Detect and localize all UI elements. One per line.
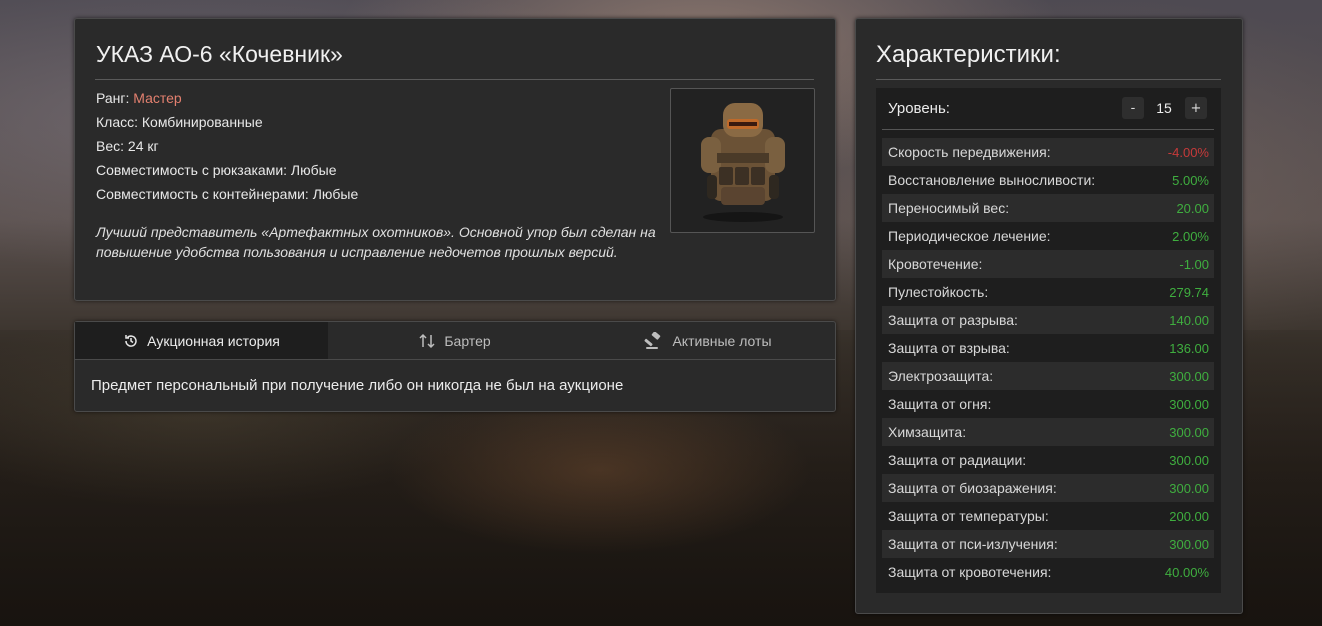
stat-value: 140.00 bbox=[1169, 312, 1209, 328]
stat-name: Восстановление выносливости: bbox=[888, 172, 1096, 188]
tab-auction-history[interactable]: Аукционная история bbox=[75, 322, 328, 359]
level-label: Уровень: bbox=[888, 100, 950, 117]
item-description: Лучший представитель «Артефактных охотни… bbox=[96, 224, 656, 260]
stat-value: 136.00 bbox=[1169, 340, 1209, 356]
stat-value: 300.00 bbox=[1169, 368, 1209, 384]
tab-active-lots-label: Активные лоты bbox=[672, 332, 772, 349]
armor-suit-image bbox=[670, 88, 815, 233]
stat-name: Защита от разрыва: bbox=[888, 312, 1018, 328]
stat-row: Защита от пси-излучения: 300.00 bbox=[882, 530, 1214, 558]
stat-row: Переносимый вес: 20.00 bbox=[882, 194, 1214, 222]
gavel-icon bbox=[644, 331, 664, 350]
rank-value: Мастер bbox=[133, 90, 182, 106]
tab-barter-label: Бартер bbox=[444, 332, 491, 349]
stat-name: Переносимый вес: bbox=[888, 200, 1010, 216]
stat-row: Пулестойкость: 279.74 bbox=[882, 278, 1214, 306]
stat-row: Электрозащита: 300.00 bbox=[882, 362, 1214, 390]
stat-row: Восстановление выносливости: 5.00% bbox=[882, 166, 1214, 194]
stat-name: Защита от взрыва: bbox=[888, 340, 1010, 356]
stat-name: Защита от пси-излучения: bbox=[888, 536, 1058, 552]
stat-value: 300.00 bbox=[1169, 396, 1209, 412]
stat-row: Защита от температуры: 200.00 bbox=[882, 502, 1214, 530]
stat-name: Защита от кровотечения: bbox=[888, 564, 1052, 580]
stat-name: Скорость передвижения: bbox=[888, 144, 1051, 160]
stat-row: Защита от разрыва: 140.00 bbox=[882, 306, 1214, 334]
stat-name: Кровотечение: bbox=[888, 256, 983, 272]
stats-box: Уровень: - 15 + Скорость передвижения: -4… bbox=[876, 88, 1221, 593]
item-title: УКАЗ АО-6 «Кочевник» bbox=[96, 41, 343, 67]
history-message: Предмет персональный при получение либо … bbox=[91, 377, 624, 394]
stat-value: 300.00 bbox=[1169, 536, 1209, 552]
stat-row: Защита от биозаражения: 300.00 bbox=[882, 474, 1214, 502]
class-line: Класс: Комбинированные bbox=[96, 114, 263, 130]
level-value: 15 bbox=[1156, 100, 1172, 116]
title-divider bbox=[95, 79, 814, 80]
stat-value: -4.00% bbox=[1167, 144, 1209, 160]
stat-value: 20.00 bbox=[1176, 200, 1209, 216]
history-icon bbox=[123, 333, 139, 349]
stats-divider bbox=[876, 79, 1221, 80]
stat-row: Защита от кровотечения: 40.00% bbox=[882, 558, 1214, 586]
stat-value: 300.00 bbox=[1169, 452, 1209, 468]
auction-panel: Аукционная история Бартер Активные лоты … bbox=[74, 321, 836, 412]
level-divider bbox=[882, 129, 1214, 130]
stat-name: Электрозащита: bbox=[888, 368, 994, 384]
tab-active-lots[interactable]: Активные лоты bbox=[581, 322, 835, 359]
tab-barter[interactable]: Бартер bbox=[328, 322, 581, 359]
swap-arrows-icon bbox=[418, 333, 436, 349]
stat-name: Защита от температуры: bbox=[888, 508, 1049, 524]
stat-name: Пулестойкость: bbox=[888, 284, 989, 300]
stat-name: Химзащита: bbox=[888, 424, 967, 440]
tab-bar: Аукционная история Бартер Активные лоты bbox=[75, 322, 835, 360]
stat-name: Защита от радиации: bbox=[888, 452, 1027, 468]
level-decrease-button[interactable]: - bbox=[1122, 97, 1144, 119]
item-card: УКАЗ АО-6 «Кочевник» Ранг: Мастер Класс:… bbox=[74, 18, 836, 301]
stat-row: Химзащита: 300.00 bbox=[882, 418, 1214, 446]
stats-panel: Характеристики: Уровень: - 15 + Скорость… bbox=[855, 18, 1243, 614]
stat-value: -1.00 bbox=[1179, 256, 1209, 272]
stat-row: Защита от радиации: 300.00 bbox=[882, 446, 1214, 474]
stat-value: 200.00 bbox=[1169, 508, 1209, 524]
stat-value: 279.74 bbox=[1169, 284, 1209, 300]
rank-line: Ранг: Мастер bbox=[96, 90, 182, 106]
stat-value: 300.00 bbox=[1169, 424, 1209, 440]
stat-name: Защита от огня: bbox=[888, 396, 992, 412]
stat-name: Периодическое лечение: bbox=[888, 228, 1051, 244]
backpack-compat-line: Совместимость с рюкзаками: Любые bbox=[96, 162, 337, 178]
stat-row: Защита от взрыва: 136.00 bbox=[882, 334, 1214, 362]
stat-value: 40.00% bbox=[1164, 564, 1209, 580]
weight-line: Вес: 24 кг bbox=[96, 138, 159, 154]
rank-label: Ранг: bbox=[96, 90, 130, 106]
stat-value: 300.00 bbox=[1169, 480, 1209, 496]
stat-value: 2.00% bbox=[1172, 228, 1209, 244]
stat-row: Скорость передвижения: -4.00% bbox=[882, 138, 1214, 166]
stats-title: Характеристики: bbox=[876, 41, 1061, 68]
stat-row: Защита от огня: 300.00 bbox=[882, 390, 1214, 418]
container-compat-line: Совместимость с контейнерами: Любые bbox=[96, 186, 359, 202]
level-row: Уровень: - 15 + bbox=[876, 88, 1221, 130]
stat-name: Защита от биозаражения: bbox=[888, 480, 1057, 496]
tab-auction-history-label: Аукционная история bbox=[147, 332, 280, 349]
stat-row: Кровотечение: -1.00 bbox=[882, 250, 1214, 278]
level-increase-button[interactable]: + bbox=[1185, 97, 1207, 119]
stat-value: 5.00% bbox=[1172, 172, 1209, 188]
stat-row: Периодическое лечение: 2.00% bbox=[882, 222, 1214, 250]
stat-rows: Скорость передвижения: -4.00% Восстановлен… bbox=[882, 138, 1214, 586]
